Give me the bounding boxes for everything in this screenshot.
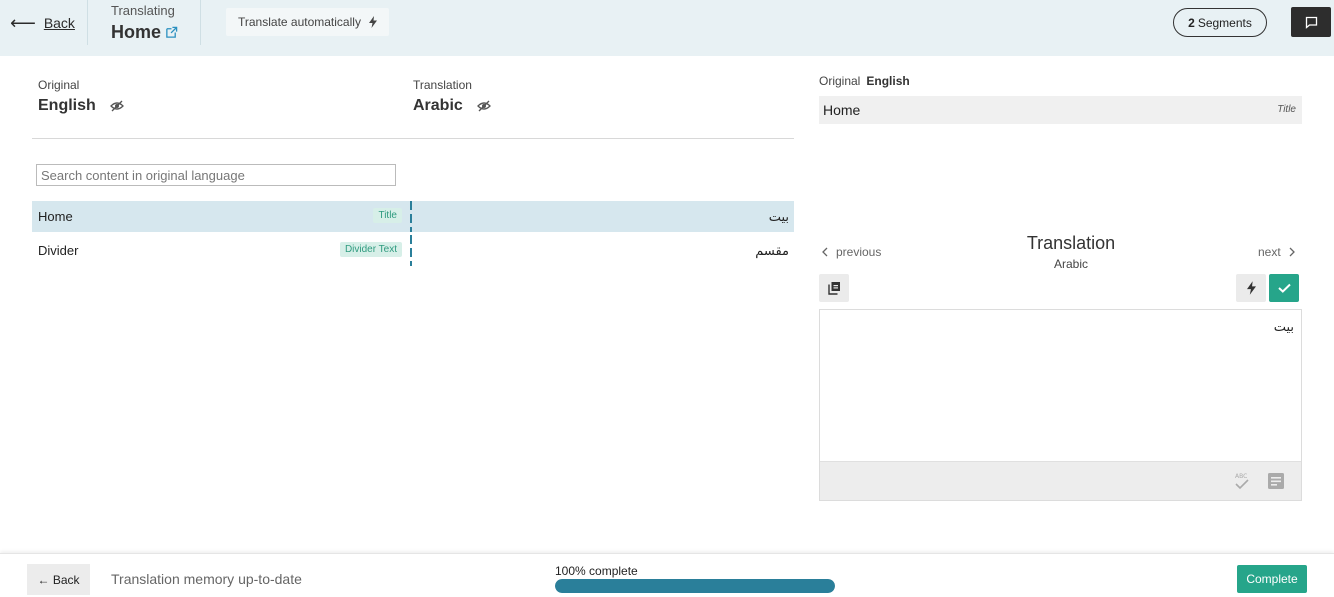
translation-memory-status: Translation memory up-to-date <box>111 571 302 587</box>
translation-panel-title: Translation <box>1026 233 1116 253</box>
segments-button[interactable]: 2 Segments <box>1173 8 1267 37</box>
translating-label: Translating <box>111 3 175 18</box>
editor-original-language: English <box>866 74 910 88</box>
external-link-icon[interactable] <box>165 26 178 39</box>
source-text-box: Home Title <box>819 96 1302 124</box>
spellcheck-icon[interactable]: ABC <box>1232 471 1252 491</box>
comment-icon <box>1305 16 1317 29</box>
previous-segment-button[interactable]: previous <box>822 245 881 259</box>
comments-button[interactable] <box>1291 7 1331 37</box>
search-input[interactable] <box>36 164 396 186</box>
translation-language-row: Arabic <box>413 97 491 115</box>
progress-label: 100% complete <box>555 564 638 578</box>
confirm-translation-button[interactable] <box>1269 274 1299 302</box>
chevron-left-icon <box>822 247 828 257</box>
segments-count: 2 <box>1188 15 1195 30</box>
segment-translation-text: مقسم <box>755 243 789 258</box>
original-language: English <box>38 97 96 114</box>
footer-back-button[interactable]: ← Back <box>27 564 90 595</box>
bottom-bar: ← Back Translation memory up-to-date 100… <box>0 553 1334 597</box>
translate-automatically-button[interactable]: Translate automatically <box>226 8 389 36</box>
progress-bar-fill <box>555 579 835 593</box>
page-title: Home <box>111 22 178 43</box>
previous-label: previous <box>836 245 882 259</box>
chevron-right-icon <box>1289 247 1295 257</box>
special-characters-icon[interactable] <box>1266 471 1286 491</box>
back-link[interactable]: ⟵ Back <box>10 14 75 32</box>
translate-automatically-label: Translate automatically <box>238 15 361 29</box>
source-type: Title <box>1277 104 1296 115</box>
segment-type-badge: Divider Text <box>339 242 402 257</box>
header-divider <box>200 0 201 45</box>
next-segment-button[interactable]: next <box>1258 245 1295 259</box>
segment-type-badge: Title <box>373 208 402 223</box>
original-caption: Original <box>38 78 80 92</box>
complete-button[interactable]: Complete <box>1237 565 1307 593</box>
hide-eye-icon[interactable] <box>476 100 491 112</box>
translation-caption: Translation <box>413 78 472 92</box>
back-link-label: Back <box>43 15 75 31</box>
arrow-left-icon: ⟵ <box>10 13 36 33</box>
translation-textarea[interactable] <box>820 310 1301 460</box>
segments-label: Segments <box>1197 15 1252 30</box>
lightning-icon <box>1246 281 1256 295</box>
lightning-icon <box>368 16 377 28</box>
editor-original-header: Original English <box>819 74 910 88</box>
segment-row[interactable]: Divider Divider Text مقسم <box>32 235 794 266</box>
translating-info: Translating Home <box>111 3 178 43</box>
copy-source-button[interactable] <box>819 274 849 302</box>
segment-divider <box>410 235 412 266</box>
translation-language: Arabic <box>413 97 463 114</box>
translation-panel-language: Arabic <box>1053 257 1088 271</box>
progress-bar <box>555 579 835 593</box>
page-name: Home <box>111 22 162 42</box>
top-bar: ⟵ Back Translating Home Translate automa… <box>0 0 1334 56</box>
segment-row[interactable]: Home Title بيت <box>32 201 794 232</box>
translation-language-header: Translation Arabic <box>413 78 491 115</box>
segment-original-text: Home <box>38 209 73 224</box>
auto-translate-segment-button[interactable] <box>1236 274 1266 302</box>
editor-original-caption: Original <box>819 74 861 88</box>
copy-icon <box>827 282 840 295</box>
segment-divider <box>410 201 412 232</box>
svg-text:ABC: ABC <box>1235 473 1247 480</box>
header-divider <box>87 0 88 45</box>
segment-original-text: Divider <box>38 243 79 258</box>
original-language-row: English <box>38 97 124 115</box>
checkmark-icon <box>1277 283 1291 293</box>
translation-editor: ABC <box>819 309 1302 501</box>
editor-footer: ABC <box>820 461 1301 500</box>
source-text: Home <box>823 102 861 118</box>
next-label: next <box>1258 245 1281 259</box>
hide-eye-icon[interactable] <box>109 100 124 112</box>
segment-translation-text: بيت <box>768 209 789 224</box>
original-language-header: Original English <box>38 78 124 115</box>
section-divider <box>32 138 794 139</box>
